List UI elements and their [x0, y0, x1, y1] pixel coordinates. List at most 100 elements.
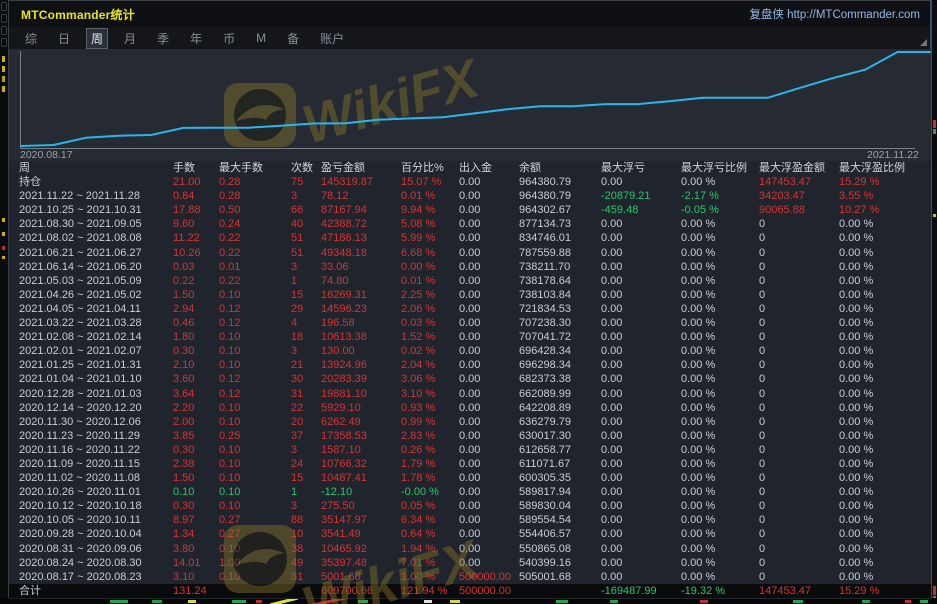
table-cell: 3541.49: [321, 527, 401, 541]
menu-item-年[interactable]: 年: [186, 29, 206, 48]
table-row[interactable]: 2021.06.21 ~ 2021.06.2710.260.225149348.…: [9, 246, 931, 260]
table-row[interactable]: 2020.11.09 ~ 2020.11.152.380.102410766.3…: [9, 457, 931, 471]
table-cell: 0.10: [219, 542, 291, 556]
table-cell: 0.10: [219, 401, 291, 415]
menu-item-币[interactable]: 币: [219, 29, 239, 48]
table-row[interactable]: 2021.08.02 ~ 2021.08.0811.220.225147186.…: [9, 231, 931, 245]
table-cell: 0: [759, 358, 839, 372]
table-cell: 0: [759, 485, 839, 499]
table-row[interactable]: 2020.11.16 ~ 2020.11.220.300.1031587.100…: [9, 443, 931, 457]
table-row[interactable]: 2020.10.05 ~ 2020.10.118.970.278835147.9…: [9, 513, 931, 527]
table-cell: 0: [759, 344, 839, 358]
table-cell: 834746.01: [519, 231, 601, 245]
table-cell: 0.28: [219, 189, 291, 203]
table-cell: 0: [759, 302, 839, 316]
table-cell: 738103.84: [519, 288, 601, 302]
table-cell: 3.06 %: [401, 372, 459, 386]
table-cell: 0.00 %: [681, 499, 759, 513]
x-axis-start-label: 2020.08.17: [20, 149, 73, 161]
table-cell: 0.25: [219, 429, 291, 443]
table-cell: 0.00 %: [681, 401, 759, 415]
table-row[interactable]: 2020.12.28 ~ 2021.01.033.640.123119881.1…: [9, 387, 931, 401]
wikifx-watermark-icon: WikiFX: [224, 49, 488, 156]
table-cell: 964302.67: [519, 203, 601, 217]
table-row[interactable]: 2020.10.26 ~ 2020.11.010.100.101-12.10-0…: [9, 485, 931, 499]
table-row[interactable]: 持仓21.000.2875145319.8715.07 %0.00964380.…: [9, 175, 931, 189]
table-cell: 0.00 %: [839, 316, 931, 330]
table-cell: 0.10: [219, 570, 291, 584]
table-row[interactable]: 2020.08.31 ~ 2020.09.063.800.103810465.9…: [9, 542, 931, 556]
table-cell: 0.00: [601, 457, 681, 471]
table-cell: 0.00: [601, 570, 681, 584]
table-cell: 589830.04: [519, 499, 601, 513]
table-cell: 0.12: [219, 302, 291, 316]
column-header: 最大手数: [219, 161, 291, 175]
table-cell: 0: [759, 429, 839, 443]
menu-item-综[interactable]: 综: [21, 29, 41, 48]
table-row[interactable]: 2020.10.12 ~ 2020.10.180.300.103275.500.…: [9, 499, 931, 513]
table-cell: 0.12: [219, 316, 291, 330]
table-cell: 0.12: [219, 387, 291, 401]
table-cell: 554406.57: [519, 527, 601, 541]
table-cell: 9.94 %: [401, 203, 459, 217]
table-row[interactable]: 2021.01.25 ~ 2021.01.312.100.102113924.9…: [9, 358, 931, 372]
table-cell: 14596.23: [321, 302, 401, 316]
table-cell: 0.00 %: [681, 358, 759, 372]
table-cell: 1: [291, 274, 321, 288]
menu-item-周[interactable]: 周: [87, 29, 107, 48]
table-row[interactable]: 2021.04.26 ~ 2021.05.021.500.101516269.3…: [9, 288, 931, 302]
table-cell: 0.26 %: [401, 443, 459, 457]
table-row[interactable]: 2021.10.25 ~ 2021.10.3117.880.506687167.…: [9, 203, 931, 217]
table-row[interactable]: 2021.01.04 ~ 2021.01.103.600.123020283.3…: [9, 372, 931, 386]
table-row[interactable]: 2021.02.01 ~ 2021.02.070.300.103130.000.…: [9, 344, 931, 358]
table-cell: 2021.01.04 ~ 2021.01.10: [19, 372, 173, 386]
table-cell: 121.94 %: [401, 584, 459, 598]
table-cell: 0.00 %: [839, 260, 931, 274]
table-cell: 51: [291, 246, 321, 260]
table-row[interactable]: 2020.12.14 ~ 2020.12.202.200.10225929.10…: [9, 401, 931, 415]
table-cell: 5.99 %: [401, 231, 459, 245]
table-row[interactable]: 2020.09.28 ~ 2020.10.041.340.27103541.49…: [9, 527, 931, 541]
table-cell: 0.00 %: [839, 302, 931, 316]
table-cell: 3: [291, 189, 321, 203]
table-row[interactable]: 2021.02.08 ~ 2021.02.141.800.101810613.3…: [9, 330, 931, 344]
table-cell: 1: [291, 485, 321, 499]
table-cell: 0: [759, 330, 839, 344]
table-cell: 42388.72: [321, 217, 401, 231]
table-cell: 2021.06.21 ~ 2021.06.27: [19, 246, 173, 260]
table-cell: 0.00: [459, 260, 519, 274]
table-cell: 0.00 %: [681, 485, 759, 499]
table-cell: 0.84: [173, 189, 219, 203]
menu-item-日[interactable]: 日: [54, 29, 74, 48]
table-row[interactable]: 2020.11.02 ~ 2020.11.081.500.101510487.4…: [9, 471, 931, 485]
table-row[interactable]: 2021.08.30 ~ 2021.09.059.600.244042388.7…: [9, 217, 931, 231]
table-cell: 1.00: [219, 556, 291, 570]
table-row[interactable]: 2020.08.17 ~ 2020.08.233.100.10315001.68…: [9, 570, 931, 584]
menu-item-月[interactable]: 月: [120, 29, 140, 48]
table-cell: 2021.04.26 ~ 2021.05.02: [19, 288, 173, 302]
table-row[interactable]: 2021.11.22 ~ 2021.11.280.840.28378.120.0…: [9, 189, 931, 203]
table-cell: 2021.08.02 ~ 2021.08.08: [19, 231, 173, 245]
table-cell: 0.00 %: [681, 260, 759, 274]
menu-item-账户[interactable]: 账户: [316, 29, 348, 48]
table-cell: [291, 584, 321, 598]
menu-item-M[interactable]: M: [252, 30, 270, 46]
table-row[interactable]: 2020.11.30 ~ 2020.12.062.000.10206262.49…: [9, 415, 931, 429]
table-cell: 130.00: [321, 344, 401, 358]
table-cell: 0.00: [459, 217, 519, 231]
table-row[interactable]: 2021.05.03 ~ 2021.05.090.220.22174.800.0…: [9, 274, 931, 288]
table-row[interactable]: 2021.04.05 ~ 2021.04.112.940.122914596.2…: [9, 302, 931, 316]
table-row[interactable]: 2021.03.22 ~ 2021.03.280.460.124196.580.…: [9, 316, 931, 330]
menu-item-季[interactable]: 季: [153, 29, 173, 48]
table-total-row[interactable]: 合计131.24609700.66121.94 %500000.00-16948…: [9, 584, 931, 598]
table-row[interactable]: 2021.06.14 ~ 2021.06.200.030.01333.060.0…: [9, 260, 931, 274]
app-window: MTCommander统计 复盘侠 http://MTCommander.com…: [8, 0, 932, 598]
menu-bar: 综日周月季年币M备账户: [9, 27, 930, 49]
table-cell: 75: [291, 175, 321, 189]
table-row[interactable]: 2020.08.24 ~ 2020.08.3014.011.004935397.…: [9, 556, 931, 570]
table-cell: 0.00: [459, 372, 519, 386]
table-cell: 2021.02.01 ~ 2021.02.07: [19, 344, 173, 358]
menu-item-备[interactable]: 备: [283, 29, 303, 48]
table-row[interactable]: 2020.11.23 ~ 2020.11.293.850.253717358.5…: [9, 429, 931, 443]
table-cell: 0: [759, 274, 839, 288]
